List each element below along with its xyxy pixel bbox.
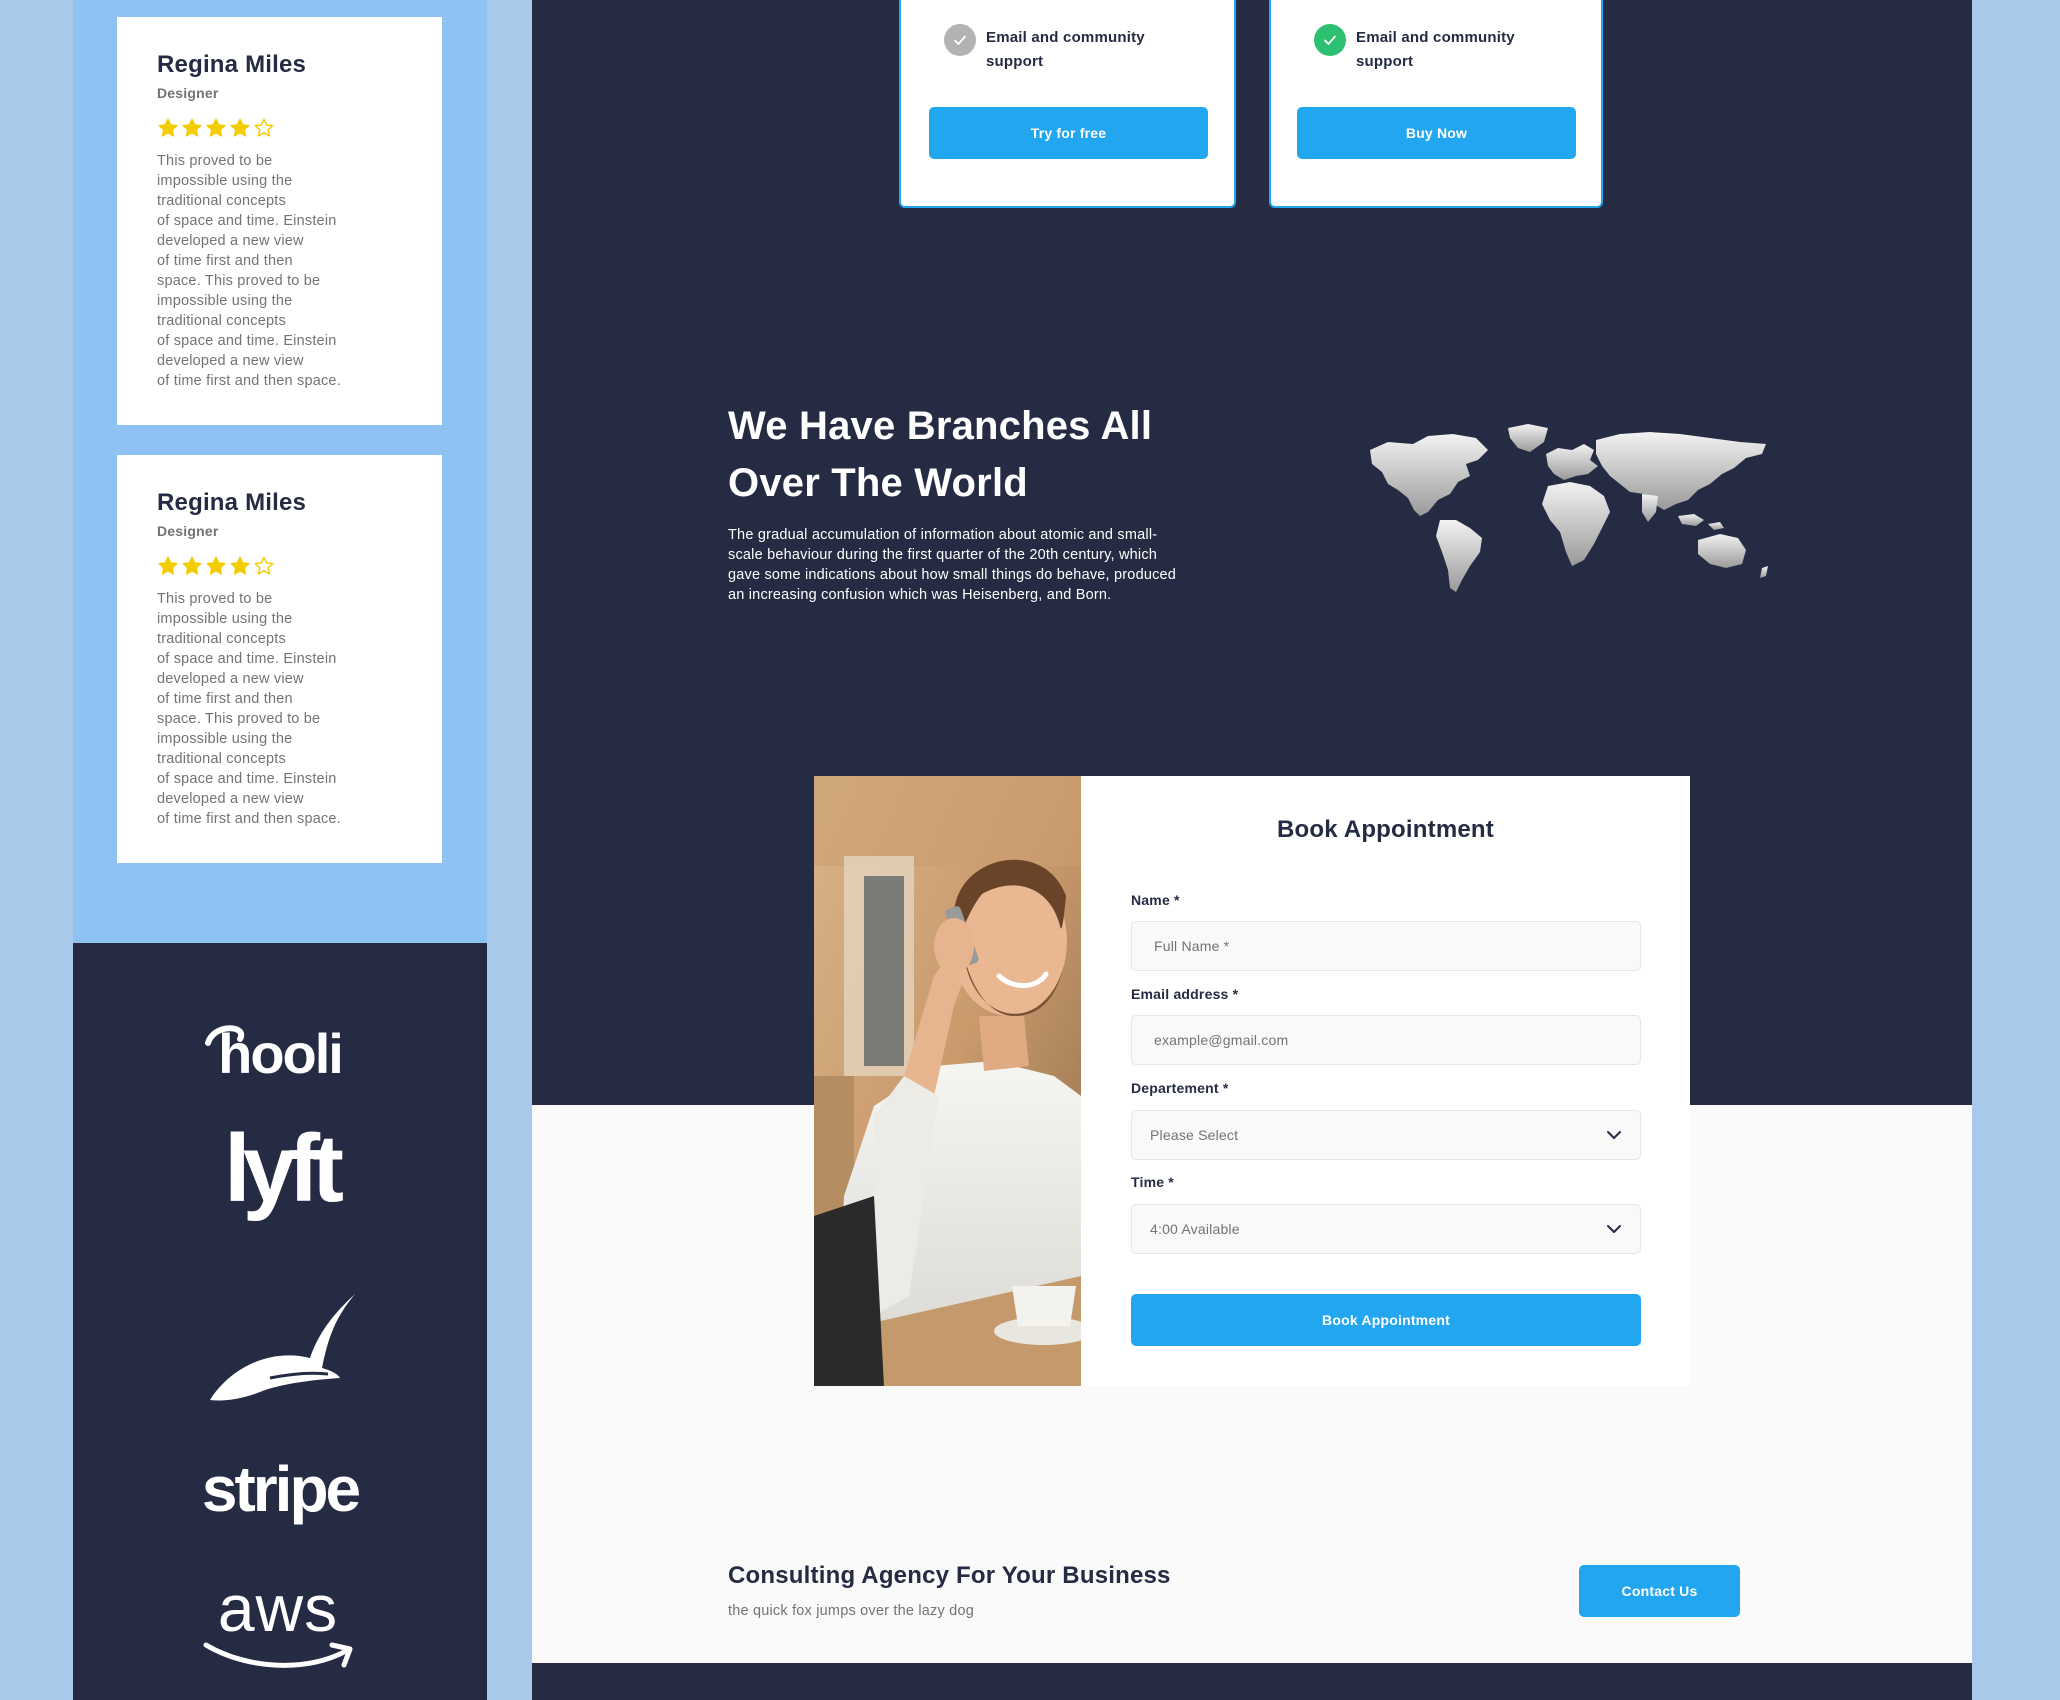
testimonial-card: Regina Miles Designer This proved to be … [117, 455, 442, 863]
left-column: Regina Miles Designer This proved to be … [73, 0, 487, 1700]
star-filled-icon [230, 118, 250, 137]
testimonial-role: Designer [157, 523, 219, 539]
testimonial-role: Designer [157, 85, 219, 101]
world-map-icon [1358, 420, 1778, 605]
buy-now-button[interactable]: Buy Now [1297, 107, 1576, 159]
testimonials-section: Regina Miles Designer This proved to be … [73, 0, 487, 943]
chevron-down-icon [1606, 1221, 1622, 1237]
branches-title: We Have Branches All Over The World [728, 404, 1153, 505]
contact-us-button[interactable]: Contact Us [1579, 1565, 1740, 1617]
testimonial-name: Regina Miles [157, 489, 307, 516]
lyft-logo: lyft [73, 1123, 487, 1233]
star-filled-icon [182, 556, 202, 575]
star-filled-icon [158, 556, 178, 575]
appointment-card: Book Appointment Name * Email address * … [814, 776, 1690, 1386]
pricing-card-free: Email and community support Try for free [899, 0, 1236, 208]
stripe-logo: stripe [73, 1453, 487, 1533]
svg-text:lyft: lyft [224, 1123, 343, 1222]
department-select-value: Please Select [1150, 1127, 1239, 1143]
hooli-logo: hooli [73, 1018, 487, 1088]
check-icon [1314, 24, 1346, 56]
email-input[interactable] [1131, 1015, 1641, 1065]
svg-text:aws: aws [218, 1573, 338, 1645]
footer-band [532, 1663, 1972, 1700]
feature-text: Email and community support [986, 29, 1145, 70]
robinhood-logo [73, 1288, 487, 1408]
star-filled-icon [158, 118, 178, 137]
star-filled-icon [206, 556, 226, 575]
email-label: Email address * [1131, 986, 1239, 1002]
feature-text: Email and community support [1356, 29, 1515, 70]
star-filled-icon [230, 556, 250, 575]
chevron-down-icon [1606, 1127, 1622, 1143]
try-for-free-button[interactable]: Try for free [929, 107, 1208, 159]
star-rating [157, 555, 402, 577]
appointment-form: Book Appointment Name * Email address * … [1081, 776, 1690, 1386]
name-input[interactable] [1131, 921, 1641, 971]
time-label: Time * [1131, 1174, 1174, 1190]
cta-subtitle: the quick fox jumps over the lazy dog [728, 1603, 974, 1619]
testimonial-text: This proved to be impossible using the t… [157, 591, 341, 827]
star-filled-icon [182, 118, 202, 137]
branches-text: The gradual accumulation of information … [728, 527, 1177, 603]
department-select[interactable]: Please Select [1131, 1110, 1641, 1160]
pricing-feature: Email and community support [944, 24, 1176, 74]
pricing-feature: Email and community support [1314, 24, 1546, 74]
star-filled-icon [206, 118, 226, 137]
pricing-card-paid: Email and community support Buy Now [1269, 0, 1603, 208]
aws-logo: aws [73, 1573, 487, 1673]
star-empty-icon [254, 556, 274, 575]
cta-title: Consulting Agency For Your Business [728, 1562, 1171, 1589]
person-photo [814, 776, 1081, 1386]
testimonial-card: Regina Miles Designer This proved to be … [117, 17, 442, 425]
main-content: Email and community support Try for free… [532, 0, 1972, 1700]
brand-logos-section: hooli lyft stripe aws [73, 943, 487, 1700]
form-title: Book Appointment [1277, 816, 1494, 843]
time-select-value: 4:00 Available [1150, 1221, 1240, 1237]
testimonial-text: This proved to be impossible using the t… [157, 153, 341, 389]
star-empty-icon [254, 118, 274, 137]
department-label: Departement * [1131, 1080, 1229, 1096]
check-icon [944, 24, 976, 56]
time-select[interactable]: 4:00 Available [1131, 1204, 1641, 1254]
name-label: Name * [1131, 892, 1180, 908]
book-appointment-button[interactable]: Book Appointment [1131, 1294, 1641, 1346]
svg-text:stripe: stripe [202, 1453, 360, 1525]
testimonial-name: Regina Miles [157, 51, 307, 78]
star-rating [157, 117, 402, 139]
